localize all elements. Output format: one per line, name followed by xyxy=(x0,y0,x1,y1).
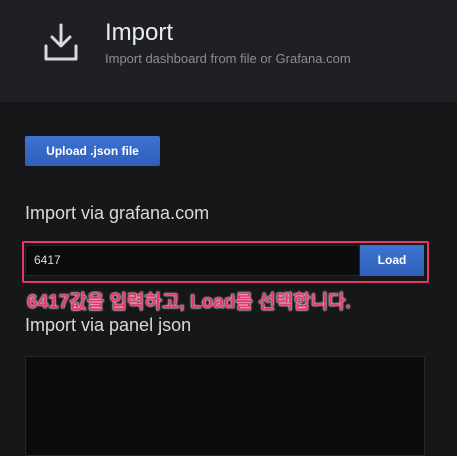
instruction-annotation: 6417값을 입력하고, Load를 선택합니다. xyxy=(27,292,351,313)
panel-json-textarea[interactable] xyxy=(25,356,425,456)
page-header: Import Import dashboard from file or Gra… xyxy=(0,0,457,102)
page-subtitle: Import dashboard from file or Grafana.co… xyxy=(105,51,351,66)
download-icon xyxy=(44,23,78,61)
page-title: Import xyxy=(105,19,174,46)
grafana-section-title: Import via grafana.com xyxy=(25,203,210,223)
upload-json-button[interactable]: Upload .json file xyxy=(25,136,160,166)
panel-json-title: Import via panel json xyxy=(25,315,192,335)
highlight-box xyxy=(22,241,429,283)
